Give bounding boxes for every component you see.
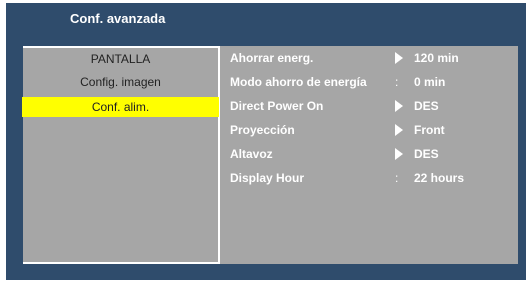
setting-row-direct-power-on[interactable]: Direct Power On DES [220,95,518,115]
setting-label: Display Hour [230,171,305,185]
menu-item-label: Conf. alim. [91,100,150,114]
menu-item-label: PANTALLA [90,52,151,66]
setting-row-modo-ahorro[interactable]: Modo ahorro de energía : 0 min [220,71,518,91]
setting-value: DES [414,147,439,161]
setting-value: 22 hours [414,171,465,185]
setting-label: Direct Power On [230,99,324,113]
menu-item-config-imagen[interactable]: Config. imagen [23,72,218,92]
title-bar: Conf. avanzada [6,3,526,37]
window-title: Conf. avanzada [70,11,166,26]
colon-separator: : [395,171,399,185]
settings-panel: Ahorrar energ. 120 min Modo ahorro de en… [220,46,518,264]
setting-label: Modo ahorro de energía [230,75,367,89]
colon-separator: : [395,75,399,89]
menu-item-conf-alim[interactable]: Conf. alim. [22,97,219,117]
menu-item-label: Config. imagen [80,75,161,89]
setting-label: Altavoz [230,147,273,161]
arrow-right-icon [395,99,403,115]
setting-label: Proyección [230,123,295,137]
osd-window: Conf. avanzada PANTALLA Config. imagen C… [6,3,526,280]
menu-item-pantalla[interactable]: PANTALLA [23,49,218,69]
setting-row-proyeccion[interactable]: Proyección Front [220,119,518,139]
setting-row-display-hour: Display Hour : 22 hours [220,167,518,187]
arrow-right-icon [395,147,403,163]
setting-row-ahorrar-energ[interactable]: Ahorrar energ. 120 min [220,47,518,67]
osd-body: PANTALLA Config. imagen Conf. alim. Ahor… [6,37,526,280]
setting-label: Ahorrar energ. [230,51,314,65]
setting-value: DES [414,99,439,113]
setting-value: 120 min [414,51,459,65]
arrow-right-icon [395,123,403,139]
arrow-right-icon [395,51,403,67]
setting-row-altavoz[interactable]: Altavoz DES [220,143,518,163]
menu-panel: PANTALLA Config. imagen Conf. alim. [22,46,220,264]
setting-value: 0 min [414,75,446,89]
setting-value: Front [414,123,445,137]
